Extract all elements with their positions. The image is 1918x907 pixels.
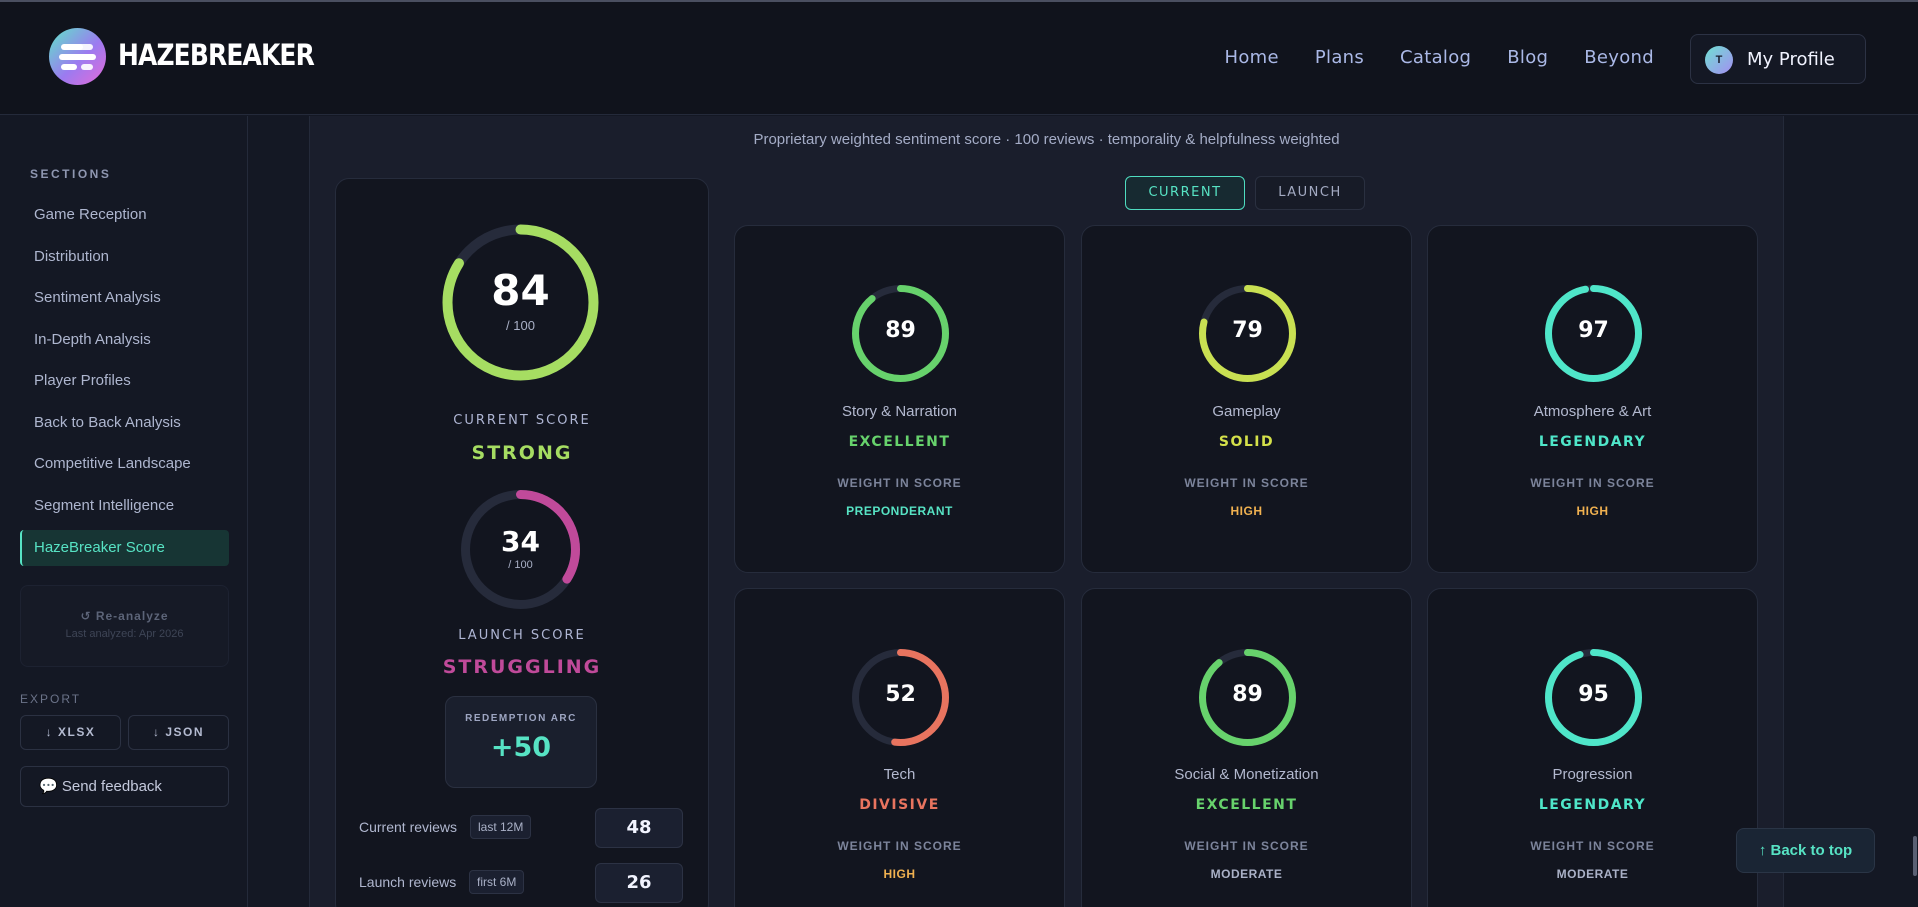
- top-header: HAZEBREAKER Home Plans Catalog Blog Beyo…: [0, 2, 1918, 115]
- category-weight: PREPONDERANT: [846, 504, 953, 518]
- profile-label: My Profile: [1747, 49, 1835, 70]
- sidebar-item-back-to-back-analysis[interactable]: Back to Back Analysis: [20, 405, 229, 441]
- category-ring: 95: [1543, 647, 1644, 748]
- category-name: Gameplay: [1212, 403, 1281, 420]
- sidebar-item-segment-intelligence[interactable]: Segment Intelligence: [20, 488, 229, 524]
- category-weight: HIGH: [1230, 504, 1263, 518]
- launch-score-caption: LAUNCH SCORE: [458, 628, 586, 643]
- category-weight: HIGH: [1576, 504, 1609, 518]
- category-card-social-monetization: 89 Social & Monetization EXCELLENT WEIGH…: [1081, 588, 1412, 907]
- reanalyze-box[interactable]: ↺ Re-analyze Last analyzed: Apr 2026: [20, 585, 229, 667]
- category-weight: MODERATE: [1556, 867, 1629, 881]
- category-weight-label: WEIGHT IN SCORE: [1184, 476, 1309, 490]
- launch-score-verdict: STRUGGLING: [442, 656, 602, 678]
- category-ring: 52: [850, 647, 951, 748]
- back-to-top-button[interactable]: ↑ Back to top: [1736, 828, 1875, 873]
- category-weight-label: WEIGHT IN SCORE: [837, 839, 962, 853]
- logo-icon[interactable]: [49, 28, 106, 85]
- category-card-tech: 52 Tech DIVISIVE WEIGHT IN SCORE HIGH: [734, 588, 1065, 907]
- redemption-arc-box: REDEMPTION ARC +50: [445, 696, 597, 788]
- brand-name[interactable]: HAZEBREAKER: [118, 38, 315, 72]
- category-score: 52: [885, 682, 916, 707]
- category-weight-label: WEIGHT IN SCORE: [1530, 476, 1655, 490]
- category-card-story-narration: 89 Story & Narration EXCELLENT WEIGHT IN…: [734, 225, 1065, 573]
- category-weight-label: WEIGHT IN SCORE: [1530, 839, 1655, 853]
- launch-score-denominator: / 100: [508, 559, 533, 571]
- current-score-denominator: / 100: [506, 318, 535, 333]
- category-score: 89: [1232, 682, 1263, 707]
- category-card-gameplay: 79 Gameplay SOLID WEIGHT IN SCORE HIGH: [1081, 225, 1412, 573]
- category-ring: 79: [1197, 283, 1298, 384]
- sidebar-item-hazebreaker-score[interactable]: HazeBreaker Score: [20, 530, 229, 566]
- current-score-verdict: STRONG: [471, 442, 573, 464]
- sidebar: SECTIONS Game Reception Distribution Sen…: [0, 116, 248, 907]
- redemption-arc-label: REDEMPTION ARC: [465, 713, 577, 724]
- category-ring: 89: [850, 283, 951, 384]
- category-verdict: EXCELLENT: [848, 434, 951, 450]
- category-name: Atmosphere & Art: [1533, 403, 1652, 420]
- current-score-caption: CURRENT SCORE: [453, 413, 591, 428]
- avatar: T: [1705, 46, 1733, 74]
- category-score: 97: [1578, 318, 1609, 343]
- category-score: 79: [1232, 318, 1263, 343]
- category-card-atmosphere-art: 97 Atmosphere & Art LEGENDARY WEIGHT IN …: [1427, 225, 1758, 573]
- sidebar-heading: SECTIONS: [30, 167, 112, 181]
- reanalyze-button[interactable]: ↺ Re-analyze: [21, 609, 228, 623]
- toggle-current[interactable]: CURRENT: [1125, 176, 1245, 210]
- launch-reviews-label: Launch reviews: [359, 874, 457, 890]
- last-analyzed-text: Last analyzed: Apr 2026: [65, 628, 184, 640]
- redemption-arc-value: +50: [490, 732, 552, 763]
- category-ring: 89: [1197, 647, 1298, 748]
- category-score: 89: [885, 318, 916, 343]
- sidebar-item-player-profiles[interactable]: Player Profiles: [20, 363, 229, 399]
- category-verdict: DIVISIVE: [859, 797, 940, 813]
- export-json-button[interactable]: ↓ JSON: [128, 715, 229, 750]
- current-score-value: 84: [491, 266, 550, 315]
- my-profile-button[interactable]: T My Profile: [1690, 34, 1866, 84]
- current-reviews-label: Current reviews: [359, 819, 458, 835]
- nav-blog[interactable]: Blog: [1507, 47, 1548, 68]
- category-name: Progression: [1552, 766, 1633, 783]
- launch-reviews-count: 26: [595, 863, 683, 903]
- nav-beyond[interactable]: Beyond: [1584, 47, 1654, 68]
- sidebar-item-distribution[interactable]: Distribution: [20, 239, 229, 275]
- main-nav: Home Plans Catalog Blog Beyond: [1225, 47, 1655, 68]
- current-score-ring: 84 / 100: [439, 221, 602, 384]
- category-weight: MODERATE: [1210, 867, 1283, 881]
- nav-catalog[interactable]: Catalog: [1400, 47, 1471, 68]
- category-verdict: EXCELLENT: [1195, 797, 1298, 813]
- category-verdict: LEGENDARY: [1538, 797, 1647, 813]
- toggle-launch[interactable]: LAUNCH: [1255, 176, 1365, 210]
- category-ring: 97: [1543, 283, 1644, 384]
- sidebar-item-in-depth-analysis[interactable]: In-Depth Analysis: [20, 322, 229, 358]
- category-weight-label: WEIGHT IN SCORE: [1184, 839, 1309, 853]
- sidebar-item-sentiment-analysis[interactable]: Sentiment Analysis: [20, 280, 229, 316]
- launch-score-value: 34: [501, 525, 540, 558]
- export-xlsx-button[interactable]: ↓ XLSX: [20, 715, 121, 750]
- launch-score-ring: 34 / 100: [459, 488, 582, 611]
- category-score: 95: [1578, 682, 1609, 707]
- nav-plans[interactable]: Plans: [1315, 47, 1364, 68]
- sidebar-item-competitive-landscape[interactable]: Competitive Landscape: [20, 446, 229, 482]
- category-card-progression: 95 Progression LEGENDARY WEIGHT IN SCORE…: [1427, 588, 1758, 907]
- score-subtitle: Proprietary weighted sentiment score · 1…: [753, 131, 1340, 148]
- category-verdict: LEGENDARY: [1538, 434, 1647, 450]
- category-weight: HIGH: [883, 867, 916, 881]
- category-name: Social & Monetization: [1174, 766, 1319, 783]
- page-scrollbar[interactable]: [1913, 836, 1917, 876]
- category-weight-label: WEIGHT IN SCORE: [837, 476, 962, 490]
- sidebar-item-game-reception[interactable]: Game Reception: [20, 197, 229, 233]
- nav-home[interactable]: Home: [1225, 47, 1279, 68]
- category-name: Story & Narration: [841, 403, 958, 420]
- current-reviews-count: 48: [595, 808, 683, 848]
- current-reviews-period-badge: last 12M: [470, 815, 532, 839]
- export-heading: EXPORT: [20, 692, 82, 706]
- category-name: Tech: [883, 766, 916, 783]
- category-verdict: SOLID: [1218, 434, 1275, 450]
- launch-reviews-period-badge: first 6M: [469, 870, 525, 894]
- send-feedback-button[interactable]: 💬 Send feedback: [20, 766, 229, 807]
